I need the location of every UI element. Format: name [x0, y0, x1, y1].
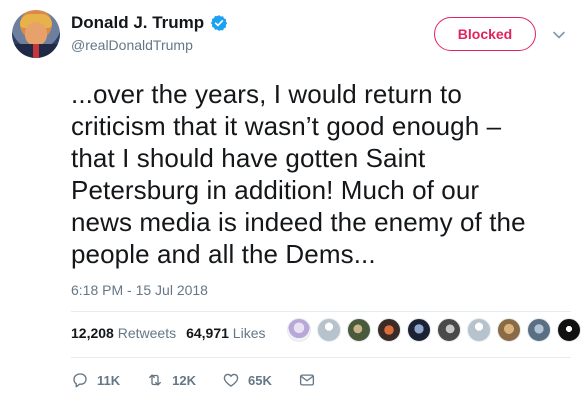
display-name[interactable]: Donald J. Trump: [71, 13, 204, 33]
retweet-count: 12K: [172, 372, 196, 388]
liker-avatar[interactable]: [527, 318, 551, 342]
verified-badge-icon: [211, 15, 228, 31]
liker-avatar[interactable]: [317, 318, 341, 342]
divider: [71, 311, 571, 312]
reply-count: 11K: [97, 372, 121, 388]
likes-label: Likes: [232, 325, 266, 341]
tweet-line: ...over the years, I would return to: [71, 79, 462, 109]
tweet-line: that I should have gotten Saint: [71, 143, 426, 173]
liker-avatars: [287, 318, 581, 342]
heart-icon: [223, 373, 239, 387]
like-button[interactable]: 65K: [222, 371, 272, 389]
retweets-label: Retweets: [117, 325, 177, 341]
liker-avatar[interactable]: [437, 318, 461, 342]
likes-stat[interactable]: 64,971 Likes: [186, 325, 265, 341]
liker-avatar[interactable]: [467, 318, 491, 342]
likes-count: 64,971: [186, 325, 229, 341]
liker-avatar[interactable]: [287, 318, 311, 342]
tweet-line: news media is indeed the enemy of the: [71, 207, 526, 237]
retweet-button[interactable]: 12K: [146, 371, 196, 389]
retweets-stat[interactable]: 12,208 Retweets: [71, 325, 176, 341]
tweet-line: criticism that it wasn’t good enough –: [71, 111, 502, 141]
like-count: 65K: [248, 372, 272, 388]
divider: [71, 357, 571, 358]
timestamp[interactable]: 6:18 PM - 15 Jul 2018: [71, 282, 208, 298]
reply-button[interactable]: 11K: [71, 371, 120, 389]
direct-message-button[interactable]: [298, 371, 316, 389]
tweet: Donald J. Trump @realDonaldTrump Blocked…: [0, 0, 585, 409]
blocked-button[interactable]: Blocked: [434, 17, 536, 51]
engagement-stats: 12,208 Retweets 64,971 Likes: [71, 325, 265, 341]
tweet-line: people and all the Dems...: [71, 239, 376, 269]
liker-avatar[interactable]: [347, 318, 371, 342]
tweet-line: Petersburg in addition! Much of our: [71, 175, 480, 205]
author-name-row: Donald J. Trump: [71, 13, 228, 33]
liker-avatar[interactable]: [377, 318, 401, 342]
liker-avatar[interactable]: [407, 318, 431, 342]
avatar[interactable]: [12, 10, 60, 58]
reply-icon: [73, 373, 87, 388]
liker-avatar[interactable]: [497, 318, 521, 342]
tweet-text: ...over the years, I would return to cri…: [71, 78, 561, 270]
handle[interactable]: @realDonaldTrump: [71, 37, 193, 53]
action-bar: 11K 12K 65K: [71, 371, 342, 389]
chevron-down-icon[interactable]: [552, 28, 566, 42]
retweets-count: 12,208: [71, 325, 114, 341]
retweet-icon: [149, 374, 162, 386]
envelope-icon: [299, 374, 314, 386]
liker-avatar[interactable]: [557, 318, 581, 342]
